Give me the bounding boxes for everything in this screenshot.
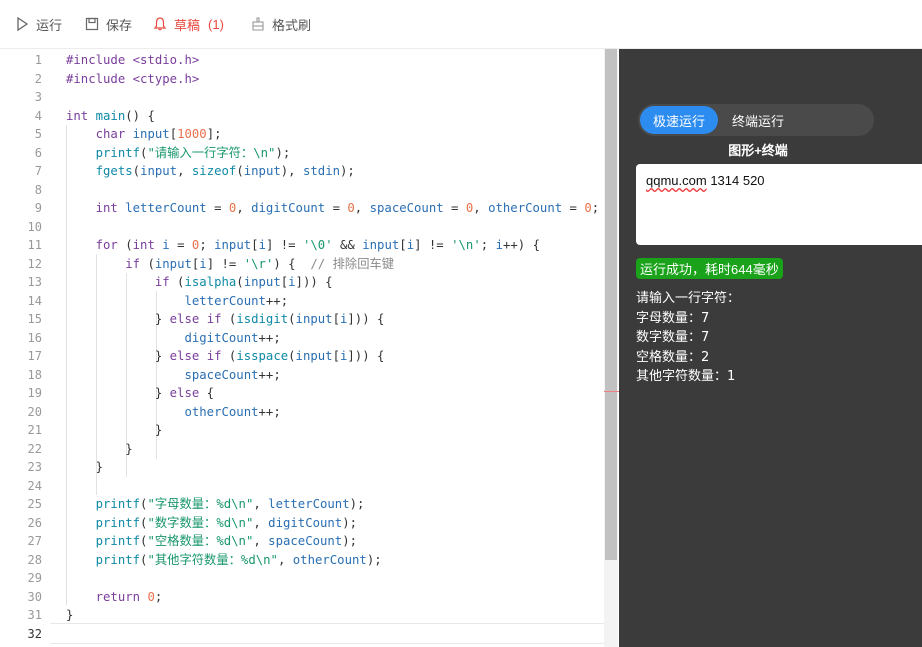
code-line[interactable]: #include <ctype.h>	[66, 70, 599, 89]
stdin-input-text[interactable]: qqmu.com 1314 520	[646, 173, 765, 188]
line-number: 30	[27, 589, 42, 604]
line-number: 18	[27, 367, 42, 382]
save-button[interactable]: 保存	[84, 14, 132, 34]
save-icon	[84, 16, 100, 32]
line-number: 9	[34, 201, 42, 215]
run-label: 运行	[36, 17, 63, 33]
code-line[interactable]: } else if (isspace(input[i])) {	[66, 347, 599, 366]
draft-count: (1)	[208, 16, 224, 32]
bell-icon	[152, 16, 168, 32]
code-line[interactable]: }	[66, 421, 599, 440]
code-line[interactable]: }	[66, 458, 599, 477]
line-number: 28	[27, 552, 42, 567]
output-line: 请输入一行字符：	[636, 291, 741, 306]
line-number: 12	[27, 256, 42, 271]
code-line[interactable]	[66, 477, 599, 496]
code-line[interactable]	[66, 88, 599, 107]
line-number: 5	[34, 127, 42, 141]
code-line[interactable]: } else if (isdigit(input[i])) {	[66, 310, 599, 329]
line-number: 11	[27, 238, 42, 252]
code-line[interactable]: } else {	[66, 384, 599, 403]
line-number: 3	[34, 90, 42, 104]
code-line[interactable]: letterCount++;	[66, 292, 599, 311]
code-area[interactable]: #include <stdio.h> #include <ctype.h> int…	[66, 51, 599, 643]
line-number: 27	[27, 534, 42, 548]
terminal-run-tab[interactable]: 终端运行	[722, 106, 794, 134]
code-line[interactable]: printf("字母数量：%d\n", letterCount);	[66, 495, 599, 514]
error-marker	[604, 391, 619, 392]
toolbar: 运行 保存 草稿 (1) 格式刷	[0, 0, 922, 49]
output-line: 数字数量：7	[636, 330, 710, 345]
code-line[interactable]: }	[66, 440, 599, 459]
line-number: 31	[27, 608, 42, 622]
code-line[interactable]: spaceCount++;	[66, 366, 599, 385]
line-number: 25	[27, 497, 42, 511]
code-line[interactable]	[66, 218, 599, 237]
format-painter-label: 格式刷	[272, 17, 312, 33]
line-number: 14	[27, 293, 42, 308]
draft-button[interactable]: 草稿 (1)	[152, 14, 224, 34]
code-line[interactable]: printf("请输入一行字符：\n");	[66, 144, 599, 163]
code-line[interactable]: #include <stdio.h>	[66, 51, 599, 70]
format-painter-icon	[250, 16, 266, 32]
code-editor[interactable]: 1 2 3 4 5 6 7 8 9 10 11 12 13 14 15 16 1…	[0, 49, 619, 647]
program-output: 请输入一行字符： 字母数量：7 数字数量：7 空格数量：2 其他字符数量：1	[636, 289, 740, 387]
run-status-badge: 运行成功，耗时644毫秒	[636, 258, 783, 279]
code-line[interactable]: int letterCount = 0, digitCount = 0, spa…	[66, 199, 600, 218]
code-line[interactable]: int main() {	[66, 107, 599, 126]
code-line[interactable]: char input[1000];	[66, 125, 599, 144]
line-number: 7	[34, 164, 42, 178]
code-line[interactable]: printf("数字数量：%d\n", digitCount);	[66, 514, 599, 533]
output-line: 其他字符数量：1	[636, 369, 736, 384]
code-line[interactable]	[66, 569, 599, 588]
line-number: 20	[27, 404, 42, 419]
output-line: 空格数量：2	[636, 349, 710, 365]
line-number: 2	[34, 71, 42, 86]
editor-scrollbar-thumb[interactable]	[605, 49, 617, 560]
line-number: 16	[27, 330, 42, 345]
line-number-active: 32	[27, 626, 42, 641]
line-number: 29	[27, 571, 42, 585]
code-line[interactable]: }	[66, 606, 599, 625]
code-line[interactable]: printf("其他字符数量：%d\n", otherCount);	[66, 551, 599, 570]
code-line[interactable]	[66, 181, 599, 200]
line-number: 17	[27, 349, 42, 363]
line-number: 26	[27, 515, 42, 530]
line-number: 23	[27, 460, 42, 474]
mode-subtitle: 图形+终端	[728, 143, 788, 158]
stdin-word: qqmu.com	[646, 173, 707, 188]
code-line[interactable]	[66, 625, 599, 644]
code-line[interactable]: printf("空格数量：%d\n", spaceCount);	[66, 532, 599, 551]
line-number: 19	[27, 386, 42, 400]
code-line[interactable]: fgets(input, sizeof(input), stdin);	[66, 162, 599, 181]
fast-run-tab[interactable]: 极速运行	[640, 106, 718, 134]
output-line: 字母数量：7	[636, 310, 710, 326]
play-icon	[14, 16, 30, 32]
line-number: 24	[27, 478, 42, 493]
code-line[interactable]: if (isalpha(input[i])) {	[66, 273, 599, 292]
run-button[interactable]: 运行	[14, 14, 62, 34]
code-line[interactable]: otherCount++;	[66, 403, 599, 422]
format-painter-button[interactable]: 格式刷	[250, 14, 311, 34]
line-number: 8	[34, 182, 42, 197]
line-number-gutter: 1 2 3 4 5 6 7 8 9 10 11 12 13 14 15 16 1…	[0, 49, 50, 647]
line-number: 13	[27, 275, 42, 289]
code-line[interactable]: return 0;	[66, 588, 599, 607]
code-line[interactable]: if (input[i] != '\r') { // 排除回车键	[66, 255, 599, 274]
line-number: 21	[27, 423, 42, 437]
line-number: 22	[27, 441, 42, 456]
save-label: 保存	[106, 17, 133, 33]
line-number: 1	[34, 53, 42, 67]
line-number: 10	[27, 219, 42, 234]
code-line[interactable]: digitCount++;	[66, 329, 599, 348]
line-number: 4	[34, 108, 42, 123]
stdin-rest: 1314 520	[706, 173, 765, 188]
code-line[interactable]: for (int i = 0; input[i] != '\0' && inpu…	[66, 236, 599, 255]
line-number: 6	[34, 145, 42, 160]
draft-label: 草稿	[174, 17, 201, 33]
line-number: 15	[27, 312, 42, 326]
